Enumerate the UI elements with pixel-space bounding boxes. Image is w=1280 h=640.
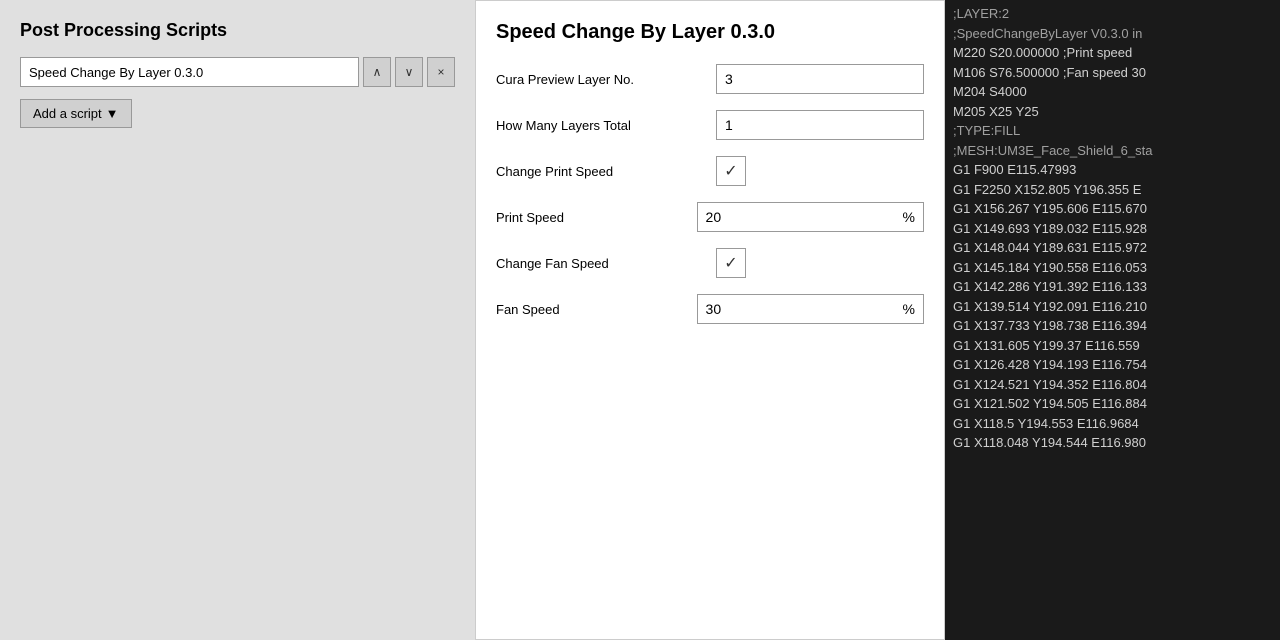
- code-line: M220 S20.000000 ;Print speed: [953, 43, 1272, 63]
- print-speed-input-group: %: [697, 202, 924, 232]
- code-line: G1 X126.428 Y194.193 E116.754: [953, 355, 1272, 375]
- code-line: G1 X139.514 Y192.091 E116.210: [953, 297, 1272, 317]
- add-script-label: Add a script: [33, 106, 102, 121]
- code-line: G1 X142.286 Y191.392 E116.133: [953, 277, 1272, 297]
- code-line: G1 X149.693 Y189.032 E115.928: [953, 219, 1272, 239]
- checkbox-change-print-speed[interactable]: ✓: [716, 156, 746, 186]
- left-panel-title: Post Processing Scripts: [20, 20, 455, 41]
- code-line: G1 F900 E115.47993: [953, 160, 1272, 180]
- label-print-speed: Print Speed: [496, 210, 697, 225]
- code-line: G1 X121.502 Y194.505 E116.884: [953, 394, 1272, 414]
- label-change-fan-speed: Change Fan Speed: [496, 256, 716, 271]
- code-line: G1 X145.184 Y190.558 E116.053: [953, 258, 1272, 278]
- checkbox-change-fan-speed[interactable]: ✓: [716, 248, 746, 278]
- input-fan-speed[interactable]: [697, 294, 895, 324]
- code-line: G1 X124.521 Y194.352 E116.804: [953, 375, 1272, 395]
- add-script-dropdown-icon: ▼: [106, 106, 119, 121]
- code-line: G1 X118.048 Y194.544 E116.980: [953, 433, 1272, 453]
- form-row-layer-no: Cura Preview Layer No.: [496, 64, 924, 94]
- fan-speed-unit: %: [895, 294, 924, 324]
- code-line: ;TYPE:FILL: [953, 121, 1272, 141]
- right-panel-code: ;LAYER:2;SpeedChangeByLayer V0.3.0 inM22…: [945, 0, 1280, 640]
- code-line: G1 X118.5 Y194.553 E116.9684: [953, 414, 1272, 434]
- form-row-change-fan-speed: Change Fan Speed ✓: [496, 248, 924, 278]
- input-print-speed[interactable]: [697, 202, 895, 232]
- label-change-print-speed: Change Print Speed: [496, 164, 716, 179]
- form-row-change-print-speed: Change Print Speed ✓: [496, 156, 924, 186]
- script-name-display: Speed Change By Layer 0.3.0: [20, 57, 359, 87]
- code-line: ;MESH:UM3E_Face_Shield_6_sta: [953, 141, 1272, 161]
- code-line: ;SpeedChangeByLayer V0.3.0 in: [953, 24, 1272, 44]
- code-line: G1 X156.267 Y195.606 E115.670: [953, 199, 1272, 219]
- form-row-print-speed: Print Speed %: [496, 202, 924, 232]
- remove-script-button[interactable]: ×: [427, 57, 455, 87]
- code-line: G1 F2250 X152.805 Y196.355 E: [953, 180, 1272, 200]
- code-line: G1 X131.605 Y199.37 E116.559: [953, 336, 1272, 356]
- print-speed-unit: %: [895, 202, 924, 232]
- left-panel: Post Processing Scripts Speed Change By …: [0, 0, 475, 640]
- code-line: G1 X137.733 Y198.738 E116.394: [953, 316, 1272, 336]
- script-row: Speed Change By Layer 0.3.0 ∧ ∨ ×: [20, 57, 455, 87]
- add-script-button[interactable]: Add a script ▼: [20, 99, 132, 128]
- code-line: M205 X25 Y25: [953, 102, 1272, 122]
- middle-panel: Speed Change By Layer 0.3.0 Cura Preview…: [475, 0, 945, 640]
- script-title: Speed Change By Layer 0.3.0: [496, 21, 924, 44]
- code-line: ;LAYER:2: [953, 4, 1272, 24]
- label-layers-total: How Many Layers Total: [496, 118, 716, 133]
- code-line: G1 X148.044 Y189.631 E115.972: [953, 238, 1272, 258]
- move-up-button[interactable]: ∧: [363, 57, 391, 87]
- code-line: M204 S4000: [953, 82, 1272, 102]
- label-fan-speed: Fan Speed: [496, 302, 697, 317]
- label-layer-no: Cura Preview Layer No.: [496, 72, 716, 87]
- form-row-fan-speed: Fan Speed %: [496, 294, 924, 324]
- move-down-button[interactable]: ∨: [395, 57, 423, 87]
- input-layer-no[interactable]: [716, 64, 924, 94]
- code-line: M106 S76.500000 ;Fan speed 30: [953, 63, 1272, 83]
- input-layers-total[interactable]: [716, 110, 924, 140]
- fan-speed-input-group: %: [697, 294, 924, 324]
- form-row-layers-total: How Many Layers Total: [496, 110, 924, 140]
